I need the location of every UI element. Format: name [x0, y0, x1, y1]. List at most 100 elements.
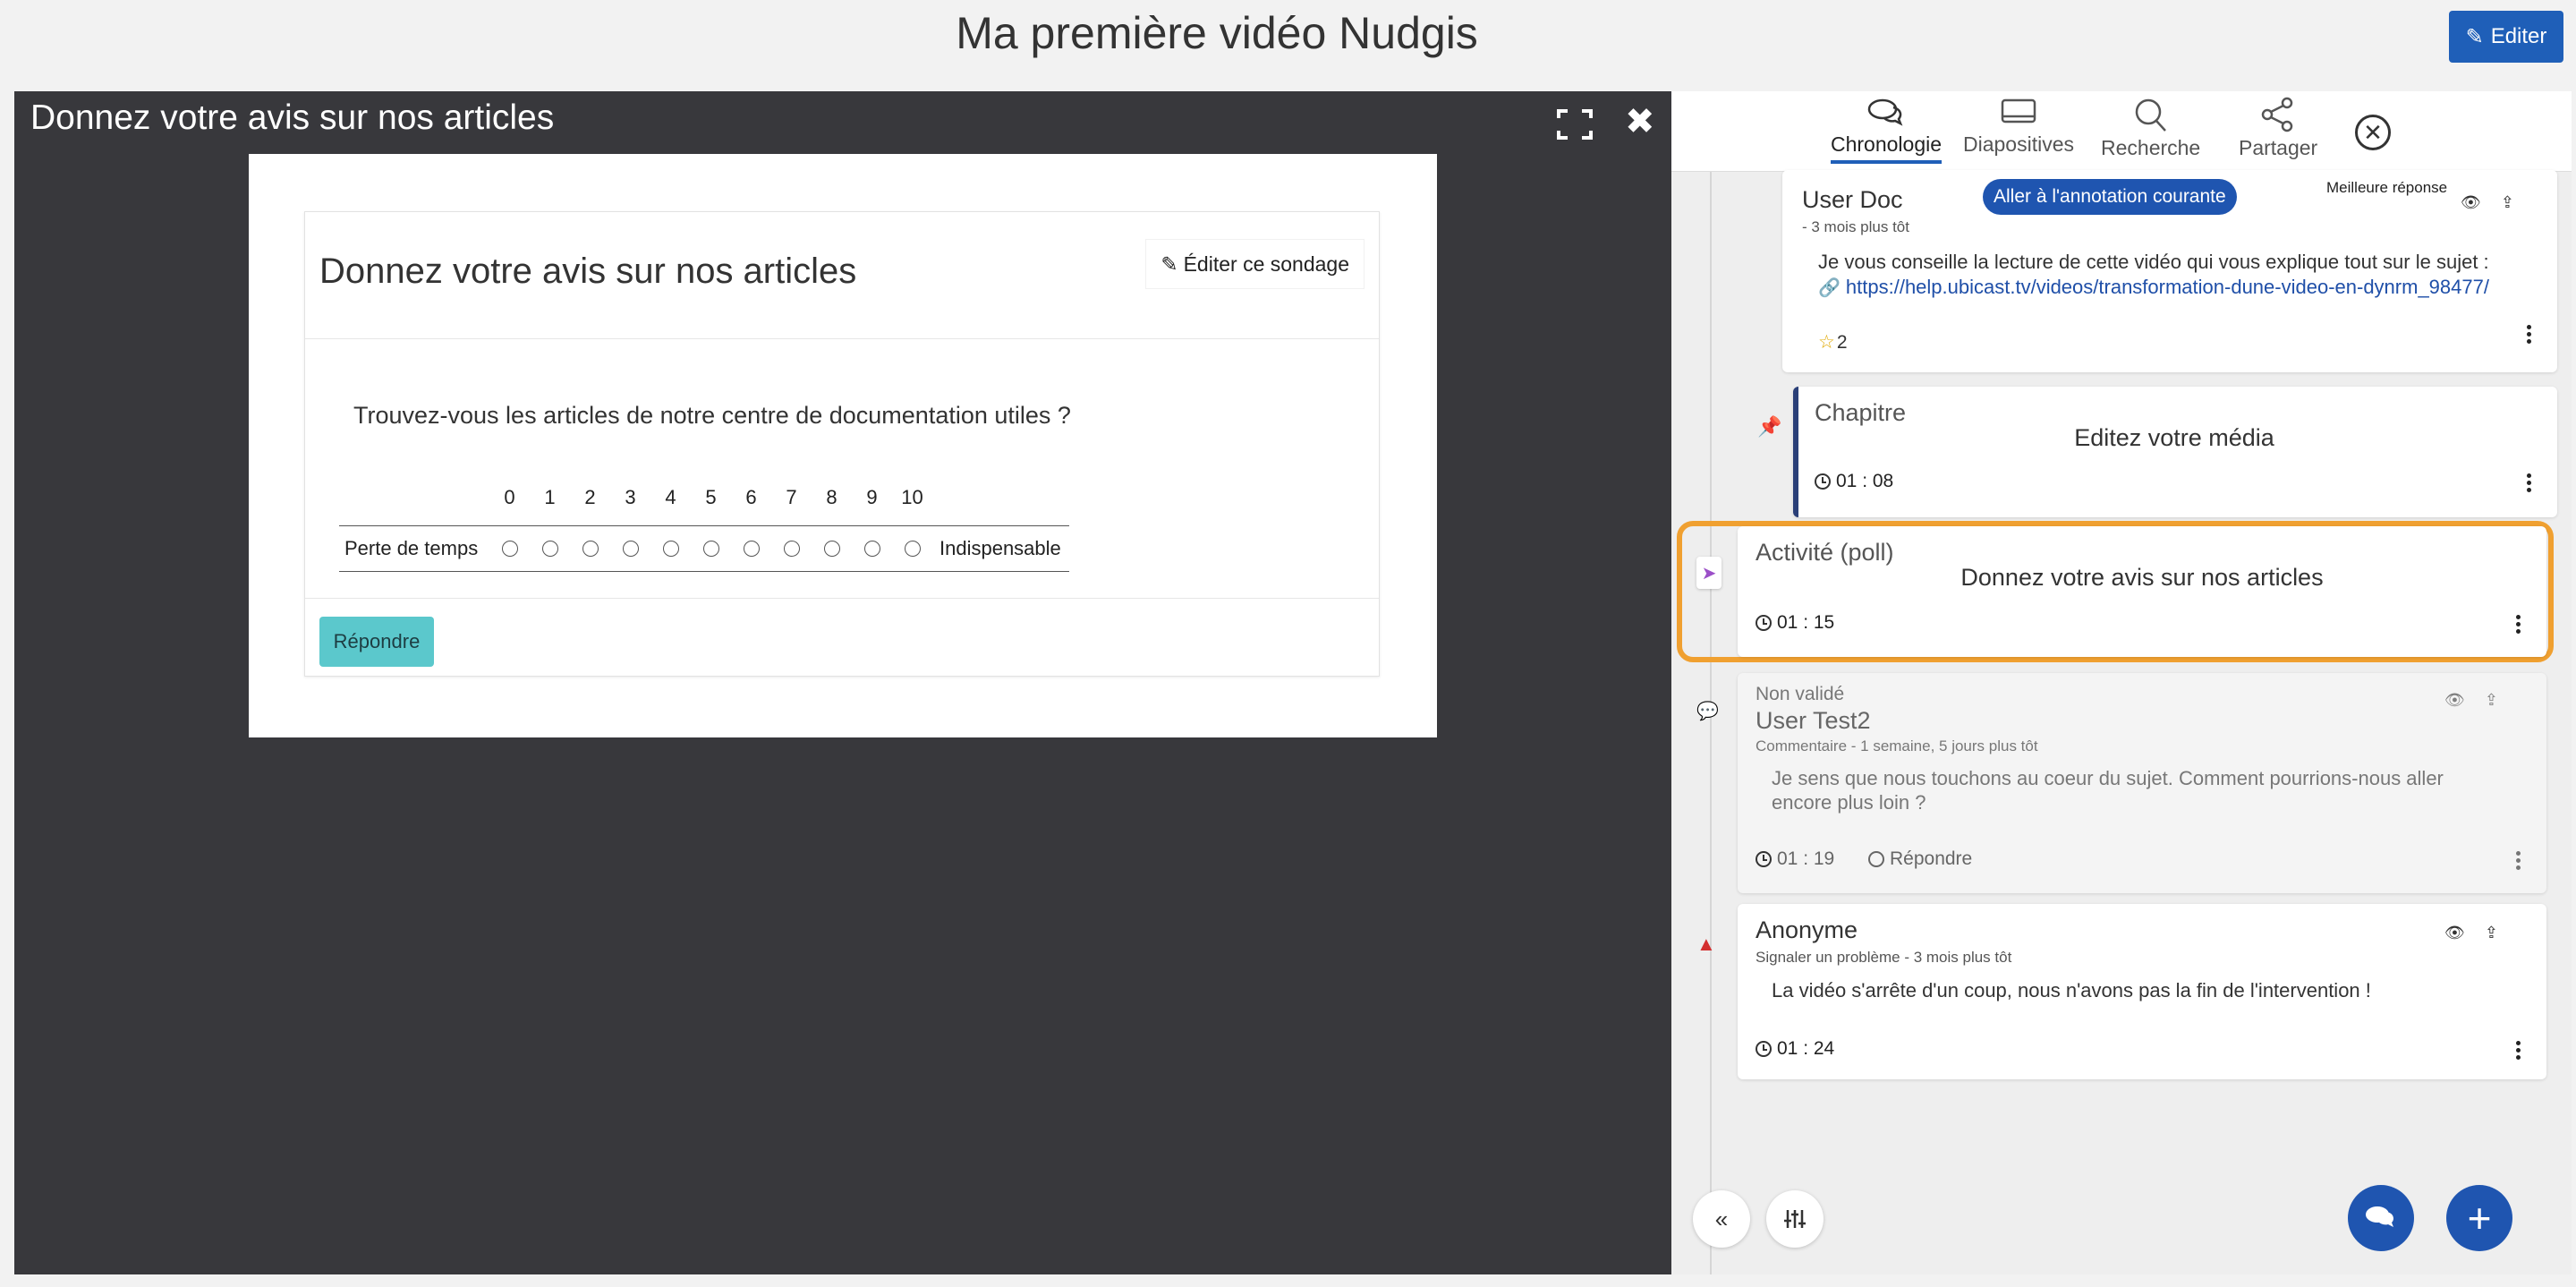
page-title: Ma première vidéo Nudgis: [956, 8, 1478, 58]
plus-icon: +: [2467, 1195, 2492, 1241]
star-count: 2: [1836, 331, 1848, 353]
timeline-item-doc: User Doc - 3 mois plus tôt Aller à l'ann…: [1782, 170, 2557, 372]
more-menu-icon[interactable]: [2527, 471, 2532, 495]
add-comment-button[interactable]: [2348, 1185, 2414, 1251]
fullscreen-icon[interactable]: [1557, 109, 1593, 140]
scale-radio-9[interactable]: [863, 541, 880, 557]
scale-number: 4: [665, 486, 676, 508]
slides-icon: [2001, 98, 2036, 124]
item-time-label: 01 : 08: [1836, 471, 1894, 491]
edit-button[interactable]: ✎ Editer: [2449, 11, 2563, 63]
tab-recherche[interactable]: Recherche: [2101, 97, 2200, 160]
item-text: Je vous conseille la lecture de cette vi…: [1818, 251, 2489, 273]
tab-label: Chronologie: [1831, 132, 1943, 156]
share-icon[interactable]: ⇪: [2485, 924, 2498, 942]
star-icon[interactable]: ☆: [1818, 331, 1835, 354]
timeline-item-comment: Non validé User Test2 Commentaire - 1 se…: [1738, 673, 2546, 893]
tab-diapositives[interactable]: Diapositives: [1963, 97, 2074, 157]
clock-icon: [1756, 1041, 1772, 1057]
scale-number: 9: [866, 486, 878, 508]
timeline-item-poll: Activité (poll) Donnez votre avis sur no…: [1738, 526, 2546, 657]
reply-bubble-icon: [1868, 851, 1884, 867]
item-time[interactable]: 01 : 15: [1756, 612, 1834, 634]
filter-settings-button[interactable]: [1766, 1190, 1824, 1248]
item-time[interactable]: 01 : 08: [1815, 471, 1893, 492]
panel-tabs: Chronologie Diapositives Recherche Parta…: [1671, 91, 2572, 172]
scale-number: 10: [901, 486, 923, 508]
scale-number: 1: [544, 486, 556, 508]
item-title: Donnez votre avis sur nos articles: [1960, 564, 2324, 591]
clock-icon: [1756, 851, 1772, 867]
poll-card: Donnez votre avis sur nos articles ✎ Édi…: [304, 211, 1380, 677]
item-time-label: 01 : 19: [1777, 848, 1835, 869]
scale-number: 3: [625, 486, 636, 508]
tab-partager[interactable]: Partager: [2239, 97, 2317, 160]
tab-label: Partager: [2239, 136, 2318, 159]
hide-eye-icon[interactable]: 👁: [2444, 691, 2465, 710]
more-menu-icon[interactable]: [2516, 1038, 2521, 1062]
share-icon[interactable]: ⇪: [2485, 691, 2498, 710]
scale-radio-1[interactable]: [541, 541, 558, 557]
close-panel-icon[interactable]: ✕: [2355, 115, 2391, 150]
scale-high-label: Indispensable: [939, 537, 1061, 559]
hide-eye-icon[interactable]: 👁: [2461, 193, 2481, 212]
scale-low-label: Perte de temps: [344, 537, 479, 559]
add-annotation-button[interactable]: +: [2446, 1185, 2512, 1251]
close-icon[interactable]: ✖: [1625, 104, 1655, 140]
scale-number: 8: [826, 486, 837, 508]
scale-numbers: 0 1 2 3 4 5 6 7 8 9 10: [489, 486, 932, 509]
scale-radio-0[interactable]: [501, 541, 518, 557]
scale-row: Perte de temps Indispensable: [339, 525, 1069, 572]
item-link[interactable]: https://help.ubicast.tv/videos/transform…: [1846, 276, 2489, 299]
clock-icon: [1815, 473, 1831, 490]
cursor-icon: ➤: [1696, 557, 1722, 589]
item-author: Anonyme: [1756, 916, 1858, 943]
scale-radio-2[interactable]: [582, 541, 599, 557]
best-answer-label: Meilleure réponse: [2326, 179, 2448, 196]
poll-question: Trouvez-vous les articles de notre centr…: [353, 402, 1071, 429]
poll-reply-button[interactable]: Répondre: [319, 617, 434, 667]
scale-radio-10[interactable]: [904, 541, 921, 557]
tab-chronologie[interactable]: Chronologie: [1831, 97, 1943, 164]
comment-icon: 💬: [1696, 702, 1719, 721]
item-time[interactable]: 01 : 24: [1756, 1038, 1834, 1060]
more-menu-icon[interactable]: [2516, 848, 2521, 873]
scale-radio-6[interactable]: [743, 541, 760, 557]
scale-radio-8[interactable]: [823, 541, 840, 557]
item-time-label: 01 : 24: [1777, 1038, 1835, 1059]
share-icon: [2261, 97, 2293, 132]
scale-radio-5[interactable]: [702, 541, 719, 557]
player-title: Donnez votre avis sur nos articles: [30, 98, 555, 137]
item-status: Non validé: [1756, 684, 1845, 704]
scale-radio-3[interactable]: [622, 541, 639, 557]
timeline-panel: Chronologie Diapositives Recherche Parta…: [1671, 91, 2572, 1274]
more-menu-icon[interactable]: [2516, 612, 2521, 636]
item-text: La vidéo s'arrête d'un coup, nous n'avon…: [1772, 979, 2371, 1001]
item-author: User Test2: [1756, 707, 1871, 734]
scale-radio-4[interactable]: [662, 541, 679, 557]
video-player: Donnez votre avis sur nos articles ✖ Don…: [14, 91, 1671, 1274]
timeline-item-problem: Anonyme Signaler un problème - 3 mois pl…: [1738, 904, 2546, 1079]
scale-radio-7[interactable]: [783, 541, 800, 557]
link-icon: 🔗: [1818, 277, 1841, 298]
search-icon: [2135, 98, 2166, 132]
scale-number: 6: [745, 486, 757, 508]
collapse-panel-button[interactable]: «: [1693, 1190, 1750, 1248]
edit-poll-button[interactable]: ✎ Éditer ce sondage: [1145, 239, 1365, 289]
item-author: User Doc: [1802, 186, 1903, 213]
slide-area: Donnez votre avis sur nos articles ✎ Édi…: [249, 154, 1437, 737]
hide-eye-icon[interactable]: 👁: [2444, 924, 2465, 942]
edit-poll-label: Éditer ce sondage: [1183, 251, 1349, 276]
item-text: Je sens que nous touchons au coeur du su…: [1772, 767, 2444, 814]
scale-number: 5: [705, 486, 717, 508]
goto-current-annotation-button[interactable]: Aller à l'annotation courante: [1983, 179, 2237, 215]
share-icon[interactable]: ⇪: [2501, 193, 2514, 212]
item-reply-button[interactable]: Répondre: [1868, 848, 1972, 870]
pin-icon: 📌: [1757, 415, 1782, 438]
more-menu-icon[interactable]: [2527, 322, 2532, 346]
item-type: Activité (poll): [1756, 539, 1894, 566]
item-title: Editez votre média: [2074, 424, 2274, 451]
item-time[interactable]: 01 : 19: [1756, 848, 1834, 870]
item-meta: - 3 mois plus tôt: [1802, 218, 1909, 235]
item-time-label: 01 : 15: [1777, 612, 1835, 633]
